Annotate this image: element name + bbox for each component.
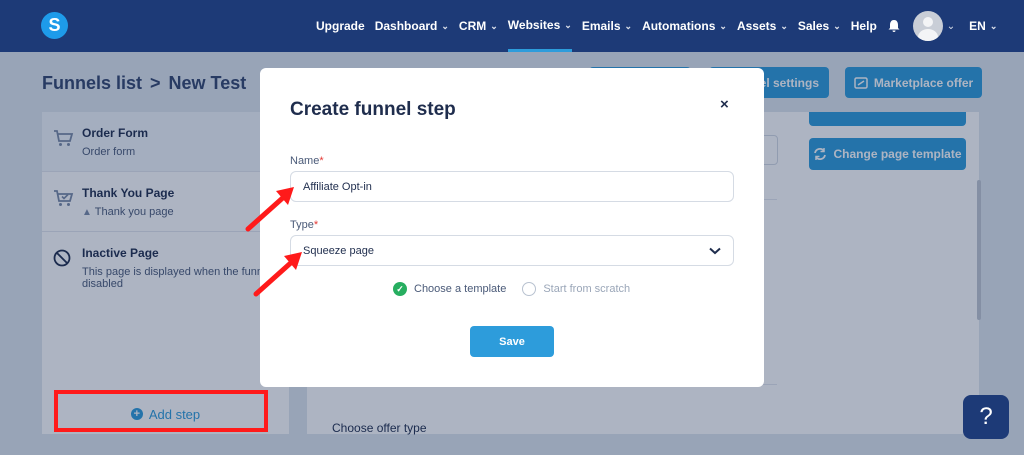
- nav-label: Emails: [581, 19, 621, 33]
- chevron-down-icon: [709, 247, 721, 254]
- required-mark: *: [313, 219, 319, 231]
- annotation-highlight-box: [54, 390, 268, 432]
- annotation-arrow: [245, 187, 294, 232]
- type-select-value: Squeeze page: [303, 244, 374, 257]
- nav-help[interactable]: Help: [851, 0, 877, 52]
- name-label-text: Name: [290, 155, 320, 167]
- nav-crm[interactable]: CRM ⌄: [459, 0, 498, 52]
- chevron-down-icon: ⌄: [989, 21, 998, 31]
- nav-label: Websites: [507, 17, 561, 32]
- chevron-down-icon[interactable]: ⌄: [947, 21, 955, 32]
- check-circle-icon: ✓: [393, 282, 407, 296]
- required-mark: *: [319, 155, 324, 167]
- radio-empty-icon: [522, 282, 537, 296]
- chevron-down-icon: ⌄: [624, 21, 633, 31]
- chevron-down-icon: ⌄: [564, 19, 572, 30]
- modal-title: Create funnel step: [290, 99, 456, 120]
- save-button[interactable]: Save: [470, 326, 554, 357]
- name-input-value: Affiliate Opt-in: [303, 180, 372, 193]
- language-label: EN: [969, 19, 986, 33]
- nav-label: Automations: [642, 19, 716, 33]
- top-navbar: S Upgrade Dashboard ⌄ CRM ⌄ Websites ⌄ Emai…: [0, 0, 1024, 52]
- nav-label: Assets: [736, 19, 777, 33]
- nav-label: Upgrade: [316, 19, 365, 33]
- name-input[interactable]: Affiliate Opt-in: [290, 171, 734, 202]
- nav-dashboard[interactable]: Dashboard ⌄: [375, 0, 449, 52]
- nav-assets[interactable]: Assets ⌄: [737, 0, 788, 52]
- name-label: Name*: [290, 155, 324, 167]
- nav-upgrade[interactable]: Upgrade: [316, 0, 365, 52]
- create-funnel-step-modal: Create funnel step × Name* Affiliate Opt…: [260, 68, 764, 387]
- option-start-scratch[interactable]: Start from scratch: [522, 282, 630, 296]
- nav-label: Sales: [797, 19, 830, 33]
- chevron-down-icon: ⌄: [490, 21, 498, 31]
- type-select[interactable]: Squeeze page: [290, 235, 734, 266]
- option-label: Choose a template: [414, 283, 507, 295]
- chevron-down-icon: ⌄: [833, 21, 841, 31]
- nav-emails[interactable]: Emails ⌄: [582, 0, 632, 52]
- nav-label: CRM: [458, 19, 487, 33]
- nav-label: Help: [850, 19, 877, 33]
- nav-websites[interactable]: Websites ⌄: [507, 0, 572, 52]
- app-logo[interactable]: S: [41, 12, 68, 39]
- option-choose-template[interactable]: ✓ Choose a template: [393, 282, 506, 296]
- chevron-down-icon: ⌄: [719, 21, 727, 31]
- main-nav: Upgrade Dashboard ⌄ CRM ⌄ Websites ⌄ Emails…: [316, 0, 1007, 52]
- chevron-down-icon: ⌄: [441, 21, 449, 31]
- bell-icon[interactable]: [887, 19, 901, 33]
- close-icon[interactable]: ×: [720, 96, 732, 113]
- annotation-arrow: [253, 252, 302, 297]
- nav-sales[interactable]: Sales ⌄: [798, 0, 841, 52]
- chevron-down-icon: ⌄: [780, 21, 788, 31]
- language-selector[interactable]: EN ⌄: [969, 0, 997, 52]
- avatar[interactable]: [912, 11, 943, 41]
- help-button[interactable]: ?: [963, 395, 1009, 439]
- creation-mode-options: ✓ Choose a template Start from scratch: [393, 282, 630, 296]
- option-label: Start from scratch: [543, 283, 631, 295]
- nav-automations[interactable]: Automations ⌄: [642, 0, 727, 52]
- nav-label: Dashboard: [374, 19, 438, 33]
